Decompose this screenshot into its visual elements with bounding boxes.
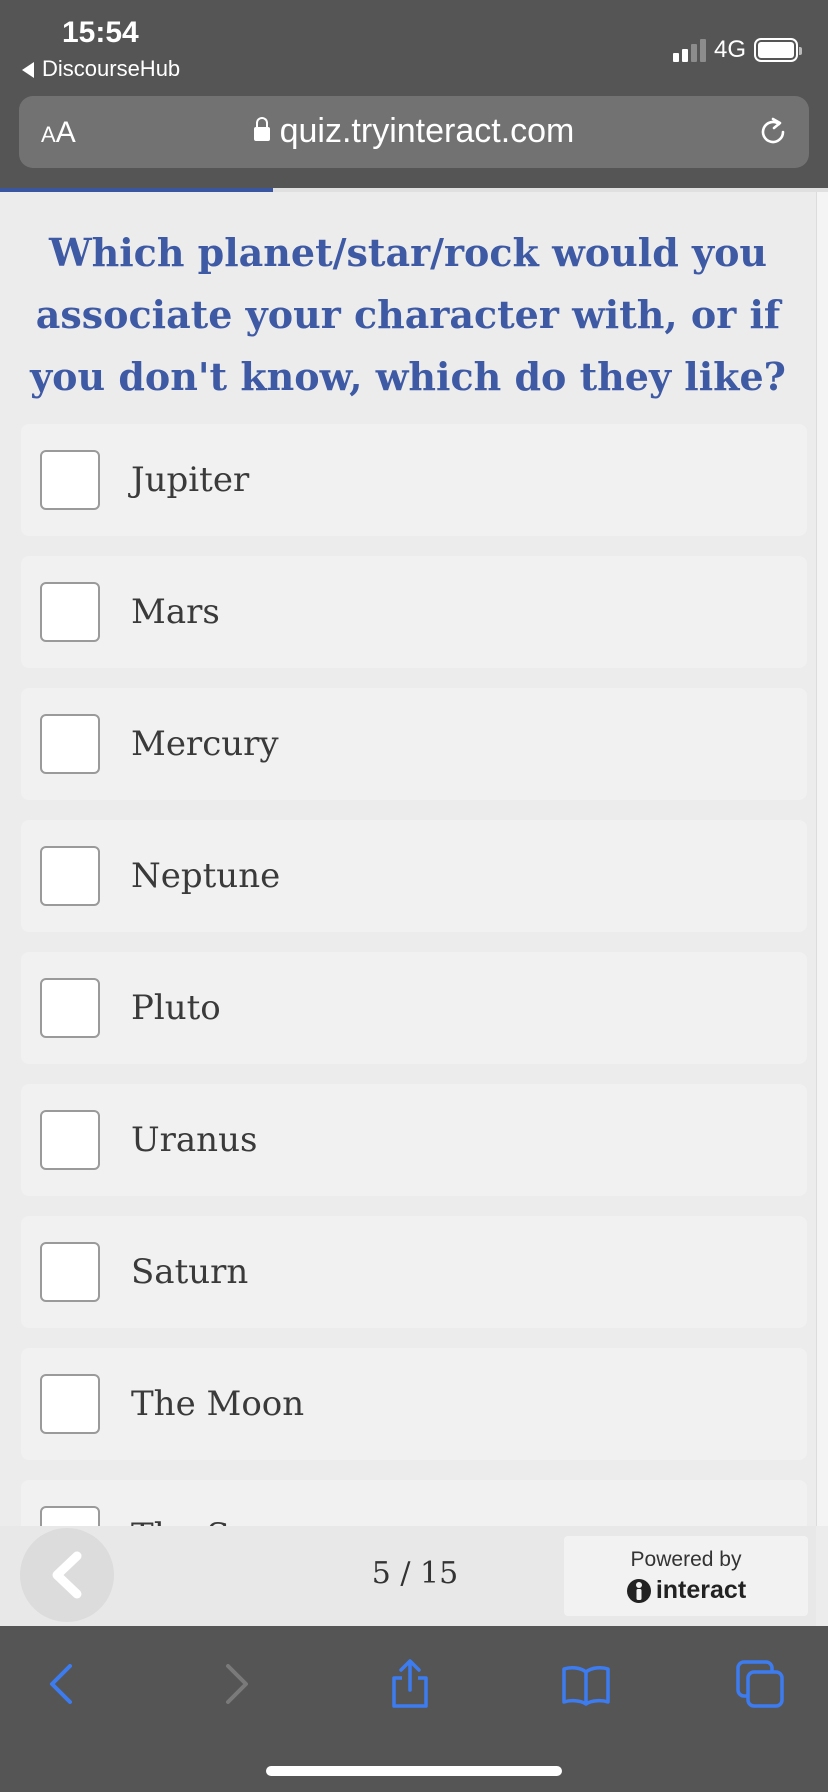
back-to-app-link[interactable]: DiscourseHub [22,56,180,82]
battery-icon [754,38,802,62]
tabs-icon[interactable] [734,1658,786,1710]
status-indicators: 4G [672,36,802,64]
answer-options: Jupiter Mars Mercury Neptune Pluto Uranu… [21,424,807,1526]
option-checkbox[interactable] [40,1242,100,1302]
url-field[interactable]: quiz.tryinteract.com [19,112,809,151]
option-label: Saturn [131,1252,249,1292]
option-checkbox[interactable] [40,1506,100,1526]
option-label: Mars [131,592,220,632]
option-mars[interactable]: Mars [21,556,807,668]
option-mercury[interactable]: Mercury [21,688,807,800]
option-label: Mercury [131,724,279,764]
browser-top-chrome: 15:54 DiscourseHub 4G AA quiz.tryinterac… [0,0,828,188]
option-checkbox[interactable] [40,978,100,1038]
interact-brand-text: interact [655,1576,747,1604]
status-time: 15:54 [62,16,139,49]
back-icon[interactable] [36,1658,88,1710]
previous-question-button[interactable] [20,1528,114,1622]
forward-icon[interactable] [210,1658,262,1710]
powered-by-text: Powered by [630,1548,742,1571]
option-the-moon[interactable]: The Moon [21,1348,807,1460]
option-the-sun[interactable]: The Sun [21,1480,807,1526]
powered-by-interact[interactable]: Powered by interact [564,1536,808,1616]
option-checkbox[interactable] [40,1110,100,1170]
signal-icon [672,38,706,62]
option-saturn[interactable]: Saturn [21,1216,807,1328]
option-checkbox[interactable] [40,1374,100,1434]
url-text: quiz.tryinteract.com [279,112,575,150]
interact-logo: interact [564,1576,808,1605]
back-triangle-icon [22,62,34,79]
reload-icon[interactable] [755,114,791,150]
option-label: Neptune [131,856,281,896]
option-checkbox[interactable] [40,450,100,510]
option-checkbox[interactable] [40,582,100,642]
option-jupiter[interactable]: Jupiter [21,424,807,536]
option-label: Uranus [131,1120,258,1160]
option-label: The Moon [131,1384,305,1424]
address-bar[interactable]: AA quiz.tryinteract.com [19,96,809,168]
question-counter: 5 / 15 [371,1556,459,1591]
network-type: 4G [713,36,746,63]
question-title: Which planet/star/rock would you associa… [30,230,786,399]
page-scrollbar[interactable] [816,192,828,1526]
option-neptune[interactable]: Neptune [21,820,807,932]
option-pluto[interactable]: Pluto [21,952,807,1064]
share-icon[interactable] [384,1658,436,1710]
bookmarks-icon[interactable] [560,1658,612,1710]
chevron-left-icon [52,1551,82,1599]
home-indicator [266,1766,562,1776]
option-label: The Sun [131,1516,274,1526]
lock-icon [253,117,270,141]
interact-logo-icon [626,1578,651,1603]
back-app-label: DiscourseHub [42,56,181,81]
option-checkbox[interactable] [40,846,100,906]
option-label: Jupiter [131,460,250,500]
option-uranus[interactable]: Uranus [21,1084,807,1196]
option-checkbox[interactable] [40,714,100,774]
quiz-content[interactable]: Which planet/star/rock would you associa… [0,192,816,1526]
option-label: Pluto [131,988,221,1028]
